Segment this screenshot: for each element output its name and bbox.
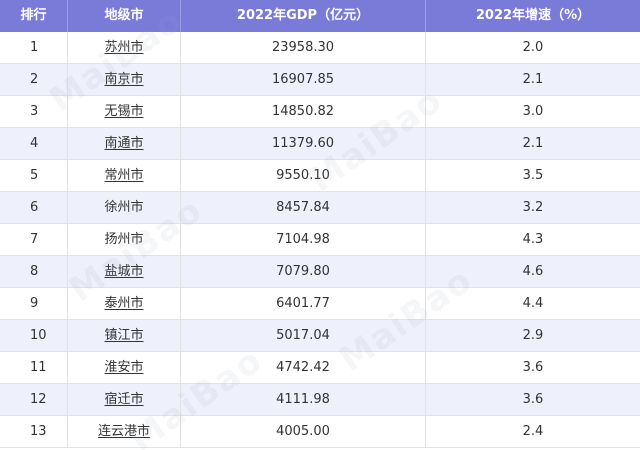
- gdp-cell: 11379.60: [181, 128, 426, 160]
- city-cell: 连云港市: [68, 416, 181, 448]
- growth-rate-cell: 3.6: [426, 352, 640, 384]
- header-rate: 2022年增速（%）: [426, 0, 640, 32]
- city-link[interactable]: 宿迁市: [104, 392, 143, 407]
- city-link[interactable]: 南京市: [104, 72, 143, 87]
- city-cell: 无锡市: [68, 96, 181, 128]
- header-city: 地级市: [68, 0, 181, 32]
- rank-cell: 8: [0, 256, 68, 288]
- city-cell: 镇江市: [68, 320, 181, 352]
- city-cell: 常州市: [68, 160, 181, 192]
- rank-cell: 3: [0, 96, 68, 128]
- city-link[interactable]: 苏州市: [104, 40, 143, 55]
- city-cell: 南通市: [68, 128, 181, 160]
- growth-rate-cell: 2.1: [426, 64, 640, 96]
- city-cell: 徐州市: [68, 192, 181, 224]
- rank-cell: 5: [0, 160, 68, 192]
- city-cell: 南京市: [68, 64, 181, 96]
- gdp-cell: 16907.85: [181, 64, 426, 96]
- growth-rate-cell: 2.9: [426, 320, 640, 352]
- header-gdp: 2022年GDP（亿元）: [181, 0, 426, 32]
- rank-cell: 11: [0, 352, 68, 384]
- city-cell: 泰州市: [68, 288, 181, 320]
- rank-cell: 2: [0, 64, 68, 96]
- city-link[interactable]: 连云港市: [98, 424, 150, 439]
- city-link[interactable]: 泰州市: [104, 296, 143, 311]
- city-cell: 扬州市: [68, 224, 181, 256]
- city-cell: 宿迁市: [68, 384, 181, 416]
- city-link[interactable]: 盐城市: [104, 264, 143, 279]
- growth-rate-cell: 3.5: [426, 160, 640, 192]
- city-cell: 盐城市: [68, 256, 181, 288]
- growth-rate-cell: 3.2: [426, 192, 640, 224]
- gdp-cell: 7079.80: [181, 256, 426, 288]
- city-link[interactable]: 南通市: [104, 136, 143, 151]
- rank-cell: 12: [0, 384, 68, 416]
- city-name: 扬州市: [104, 232, 144, 247]
- growth-rate-cell: 3.6: [426, 384, 640, 416]
- city-link[interactable]: 常州市: [104, 168, 143, 183]
- rank-cell: 6: [0, 192, 68, 224]
- gdp-cell: 4111.98: [181, 384, 426, 416]
- city-link[interactable]: 淮安市: [104, 360, 143, 375]
- city-link[interactable]: 无锡市: [104, 104, 143, 119]
- growth-rate-cell: 4.6: [426, 256, 640, 288]
- gdp-cell: 14850.82: [181, 96, 426, 128]
- growth-rate-cell: 2.1: [426, 128, 640, 160]
- city-cell: 淮安市: [68, 352, 181, 384]
- rank-cell: 10: [0, 320, 68, 352]
- gdp-cell: 23958.30: [181, 32, 426, 64]
- gdp-cell: 7104.98: [181, 224, 426, 256]
- header-rank: 排行: [0, 0, 68, 32]
- growth-rate-cell: 4.4: [426, 288, 640, 320]
- rank-cell: 9: [0, 288, 68, 320]
- gdp-cell: 8457.84: [181, 192, 426, 224]
- rank-cell: 7: [0, 224, 68, 256]
- rank-cell: 4: [0, 128, 68, 160]
- growth-rate-cell: 2.4: [426, 416, 640, 448]
- gdp-cell: 4742.42: [181, 352, 426, 384]
- city-cell: 苏州市: [68, 32, 181, 64]
- city-link[interactable]: 镇江市: [104, 328, 143, 343]
- growth-rate-cell: 4.3: [426, 224, 640, 256]
- table-grid: 排行 地级市 2022年GDP（亿元） 2022年增速（%） 1 苏州市 23958…: [0, 0, 640, 448]
- rank-cell: 1: [0, 32, 68, 64]
- gdp-cell: 9550.10: [181, 160, 426, 192]
- growth-rate-cell: 2.0: [426, 32, 640, 64]
- city-name: 徐州市: [104, 200, 144, 215]
- gdp-cell: 5017.04: [181, 320, 426, 352]
- gdp-ranking-table: 排行 地级市 2022年GDP（亿元） 2022年增速（%） 1 苏州市 23958…: [0, 0, 640, 450]
- rank-cell: 13: [0, 416, 68, 448]
- gdp-cell: 4005.00: [181, 416, 426, 448]
- gdp-cell: 6401.77: [181, 288, 426, 320]
- growth-rate-cell: 3.0: [426, 96, 640, 128]
